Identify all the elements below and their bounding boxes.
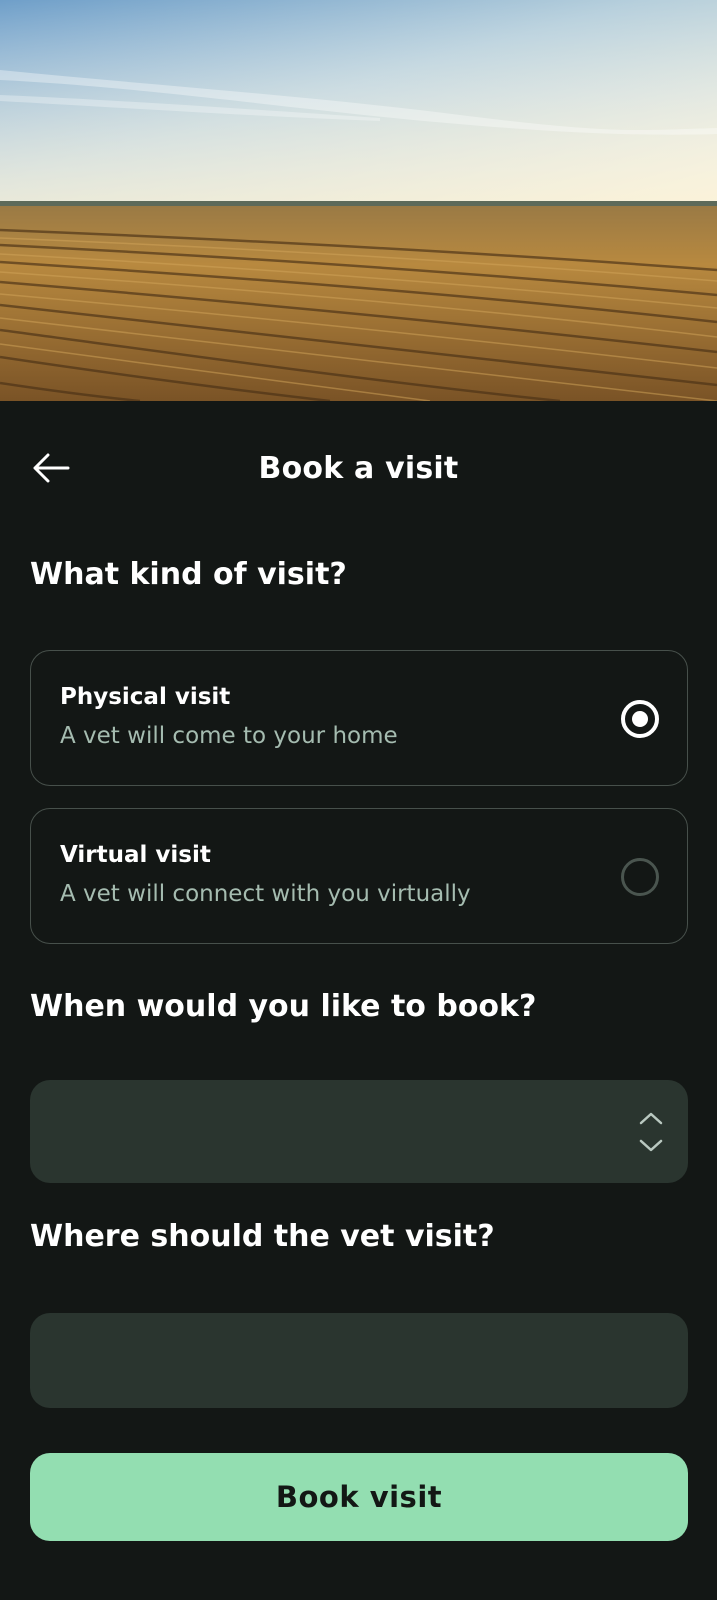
booking-sheet: Book a visit What kind of visit? Physica… [0,401,717,1600]
option-subtitle: A vet will come to your home [60,723,398,749]
hero-farmland-image [0,0,717,401]
chevron-up-down-icon [639,1112,663,1152]
option-virtual-visit[interactable]: Virtual visit A vet will connect with yo… [30,808,688,944]
visit-type-heading: What kind of visit? [30,557,347,592]
radio-selected-icon[interactable] [621,700,659,738]
option-subtitle: A vet will connect with you virtually [60,881,471,907]
top-bar: Book a visit [0,401,717,551]
where-heading: Where should the vet visit? [30,1219,495,1254]
when-heading: When would you like to book? [30,989,537,1024]
option-title: Virtual visit [60,842,211,868]
address-input[interactable] [30,1313,688,1408]
option-physical-visit[interactable]: Physical visit A vet will come to your h… [30,650,688,786]
page-title: Book a visit [258,451,459,486]
option-title: Physical visit [60,684,231,710]
radio-unselected-icon[interactable] [621,858,659,896]
book-visit-button[interactable]: Book visit [30,1453,688,1541]
date-time-select[interactable] [30,1080,688,1183]
